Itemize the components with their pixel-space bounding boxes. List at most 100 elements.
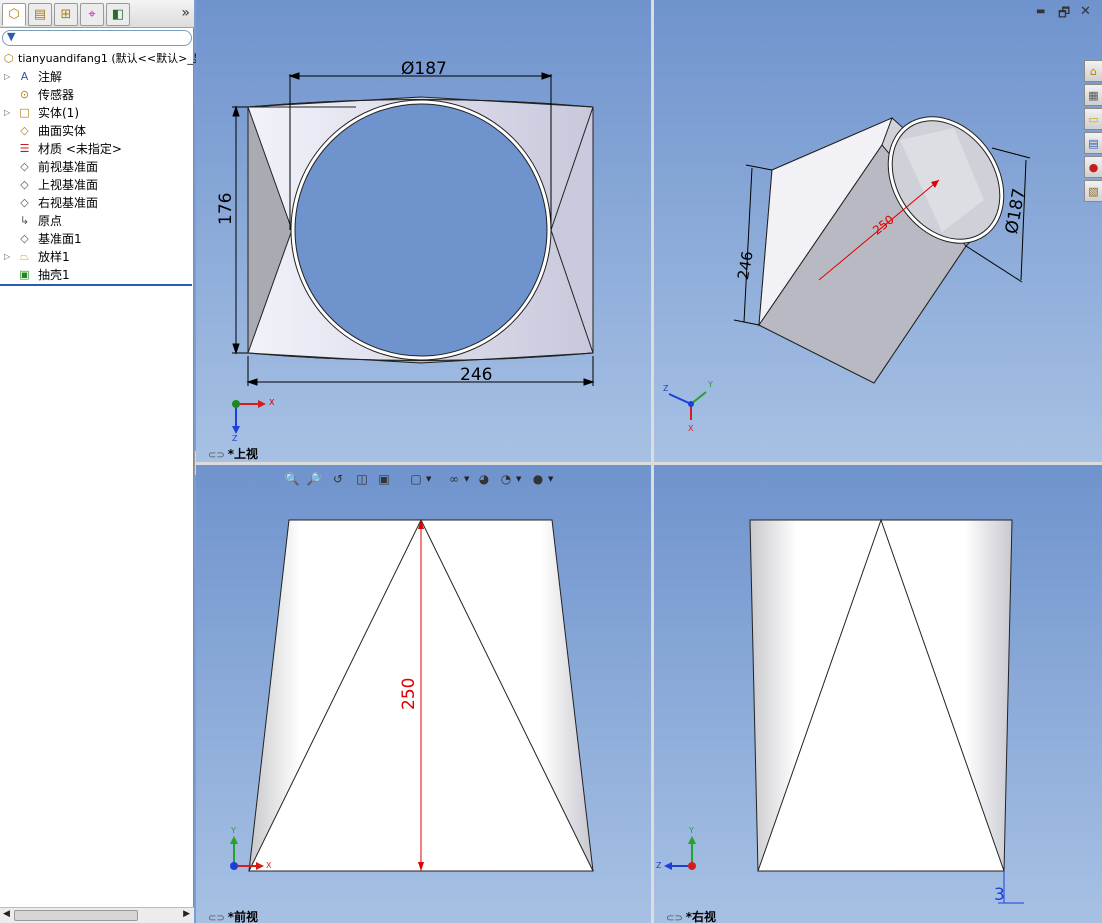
tree-root-part[interactable]: ⬡ tianyuandifang1 (默认<<默认>_显 [0,50,204,68]
tree-item-label: 实体(1) [38,106,79,120]
configuration-manager-icon: ⊞ [60,7,72,22]
dim-label-diameter-top[interactable]: Ø187 [401,59,447,79]
link-views-icon[interactable]: ⊂⊃ [208,450,225,461]
chevron-down-icon[interactable]: ▼ [464,475,469,483]
viewport-front-label: ⊂⊃ *前视 [208,910,259,923]
tree-item[interactable]: ▷ A 注解 [0,68,194,86]
tree-root-label: tianyuandifang1 (默认<<默认>_显 [18,52,204,65]
material-icon: ☰ [19,142,30,155]
viewport-isometric[interactable]: 250 Ø187 246 Y Z X ▬ 🗗 ✕ ⌂ ▦ ▭ ▤ ● ▧ [654,0,1102,462]
tree-item-label: 前视基准面 [38,160,99,174]
hide-show-icon[interactable]: ∞ [445,470,463,488]
tree-item[interactable]: ◇ 右视基准面 [0,194,194,212]
view-orientation-icon[interactable]: ▢ [407,470,425,488]
tree-item-label: 曲面实体 [38,124,87,138]
horizontal-scrollbar[interactable]: ◀ ▶ [0,907,194,923]
tree-item-label: 右视基准面 [38,196,99,210]
file-explorer-icon[interactable]: ▭ [1084,108,1102,130]
tree-item[interactable]: ◇ 前视基准面 [0,158,194,176]
viewport-front[interactable]: 250 Y X ⊂⊃ *前视 [196,465,651,923]
axis-z-label-iso: Z [663,384,669,393]
dimxpert-icon: ⌖ [88,7,96,22]
chevron-down-icon[interactable]: ▼ [516,475,521,483]
tree-item-label: 材质 <未指定> [38,142,122,156]
home-icon[interactable]: ⌂ [1084,60,1102,82]
plane-icon: ◇ [20,196,29,209]
dim-label-small-right[interactable]: 3 [994,885,1005,905]
axis-triad-iso [668,391,707,420]
viewport-top[interactable]: Ø187 246 176 X Z ⊂⊃ *上视 [196,0,651,462]
dimxpert-tab[interactable]: ⌖ [80,3,104,26]
zoom-area-icon[interactable]: 🔎 [305,470,323,488]
view-settings-icon[interactable]: ● [529,470,547,488]
expand-icon[interactable]: ▷ [4,68,10,86]
tree-item[interactable]: ◇ 曲面实体 [0,122,194,140]
viewport-right-label: ⊂⊃ *右视 [666,910,717,923]
tree-item[interactable]: ▷ ⏢ 放样1 [0,248,194,266]
link-views-icon[interactable]: ⊂⊃ [666,913,683,923]
viewport-top-label: ⊂⊃ *上视 [208,447,259,461]
more-tabs-button[interactable]: » [181,5,190,21]
filter-input[interactable]: ▼ [2,30,192,46]
heads-up-view-toolbar: 🔍 🔎 ↺ ◫ ▣ ▢ ▼ ∞ ▼ ◕ ◔ ▼ ● ▼ [283,470,558,490]
surface-bodies-icon: ◇ [20,124,29,137]
display-manager-tab[interactable]: ◧ [106,3,130,26]
task-pane-tabs: ⌂ ▦ ▭ ▤ ● ▧ [1084,60,1102,204]
axis-x-label: X [269,398,275,407]
section-view-icon[interactable]: ◫ [353,470,371,488]
property-manager-tab[interactable]: ▤ [28,3,52,26]
tree-item[interactable]: ☰ 材质 <未指定> [0,140,194,158]
tree-item-label: 上视基准面 [38,178,99,192]
property-manager-icon: ▤ [33,7,47,22]
configuration-manager-tab[interactable]: ⊞ [54,3,78,26]
dim-label-height-front[interactable]: 250 [399,678,419,710]
tree-item[interactable]: ▣ 抽壳1 [0,266,194,284]
previous-view-icon[interactable]: ↺ [329,470,347,488]
axis-y-label-front: Y [231,826,236,835]
restore-icon[interactable]: 🗗 [1058,4,1070,26]
link-views-icon[interactable]: ⊂⊃ [208,913,225,923]
tree-item-label: 基准面1 [38,232,82,246]
tree-item[interactable]: ⊙ 传感器 [0,86,194,104]
solid-bodies-icon: □ [19,106,30,119]
feature-manager-tab[interactable]: ⬡ [2,3,26,26]
close-icon[interactable]: ✕ [1080,4,1091,19]
scroll-left-icon[interactable]: ◀ [3,909,10,919]
appearances-icon[interactable]: ● [1084,156,1102,178]
plane-icon: ◇ [20,232,29,245]
design-library-icon[interactable]: ▦ [1084,84,1102,106]
dimension-height-top [232,105,248,355]
origin-icon: ↳ [19,214,30,227]
part-icon: ⬡ [3,52,14,65]
edit-appearance-icon[interactable]: ◕ [475,470,493,488]
zoom-to-fit-icon[interactable]: 🔍 [283,470,301,488]
tree-item-label: 注解 [38,70,63,84]
rollback-bar[interactable] [0,284,192,286]
expand-icon[interactable]: ▷ [4,104,10,122]
axis-z-label-right: Z [656,861,662,870]
right-view-drawing [664,518,1024,904]
tree-item[interactable]: ▷ □ 实体(1) [0,104,194,122]
minimize-icon[interactable]: ▬ [1036,6,1045,17]
tree-item[interactable]: ↳ 原点 [0,212,194,230]
dynamic-annotation-icon[interactable]: ▣ [375,470,393,488]
view-palette-icon[interactable]: ▤ [1084,132,1102,154]
tree-item-label: 放样1 [38,250,70,264]
dim-label-height-top[interactable]: 176 [216,193,236,225]
tree-item-label: 抽壳1 [38,268,70,282]
scroll-right-icon[interactable]: ▶ [183,909,190,919]
scroll-thumb[interactable] [14,910,138,921]
axis-triad-top [232,400,266,434]
chevron-down-icon[interactable]: ▼ [426,475,431,483]
apply-scene-icon[interactable]: ◔ [497,470,515,488]
custom-properties-icon[interactable]: ▧ [1084,180,1102,202]
chevron-down-icon[interactable]: ▼ [548,475,553,483]
dim-label-width-top[interactable]: 246 [460,365,492,385]
panel-tabs: ⬡ ▤ ⊞ ⌖ ◧ » [0,0,194,28]
tree-item[interactable]: ◇ 基准面1 [0,230,194,248]
expand-icon[interactable]: ▷ [4,248,10,266]
plane-icon: ◇ [20,178,29,191]
tree-item[interactable]: ◇ 上视基准面 [0,176,194,194]
display-manager-icon: ◧ [111,7,125,22]
viewport-right[interactable]: 3 Y Z ⊂⊃ *右视 [654,465,1102,923]
